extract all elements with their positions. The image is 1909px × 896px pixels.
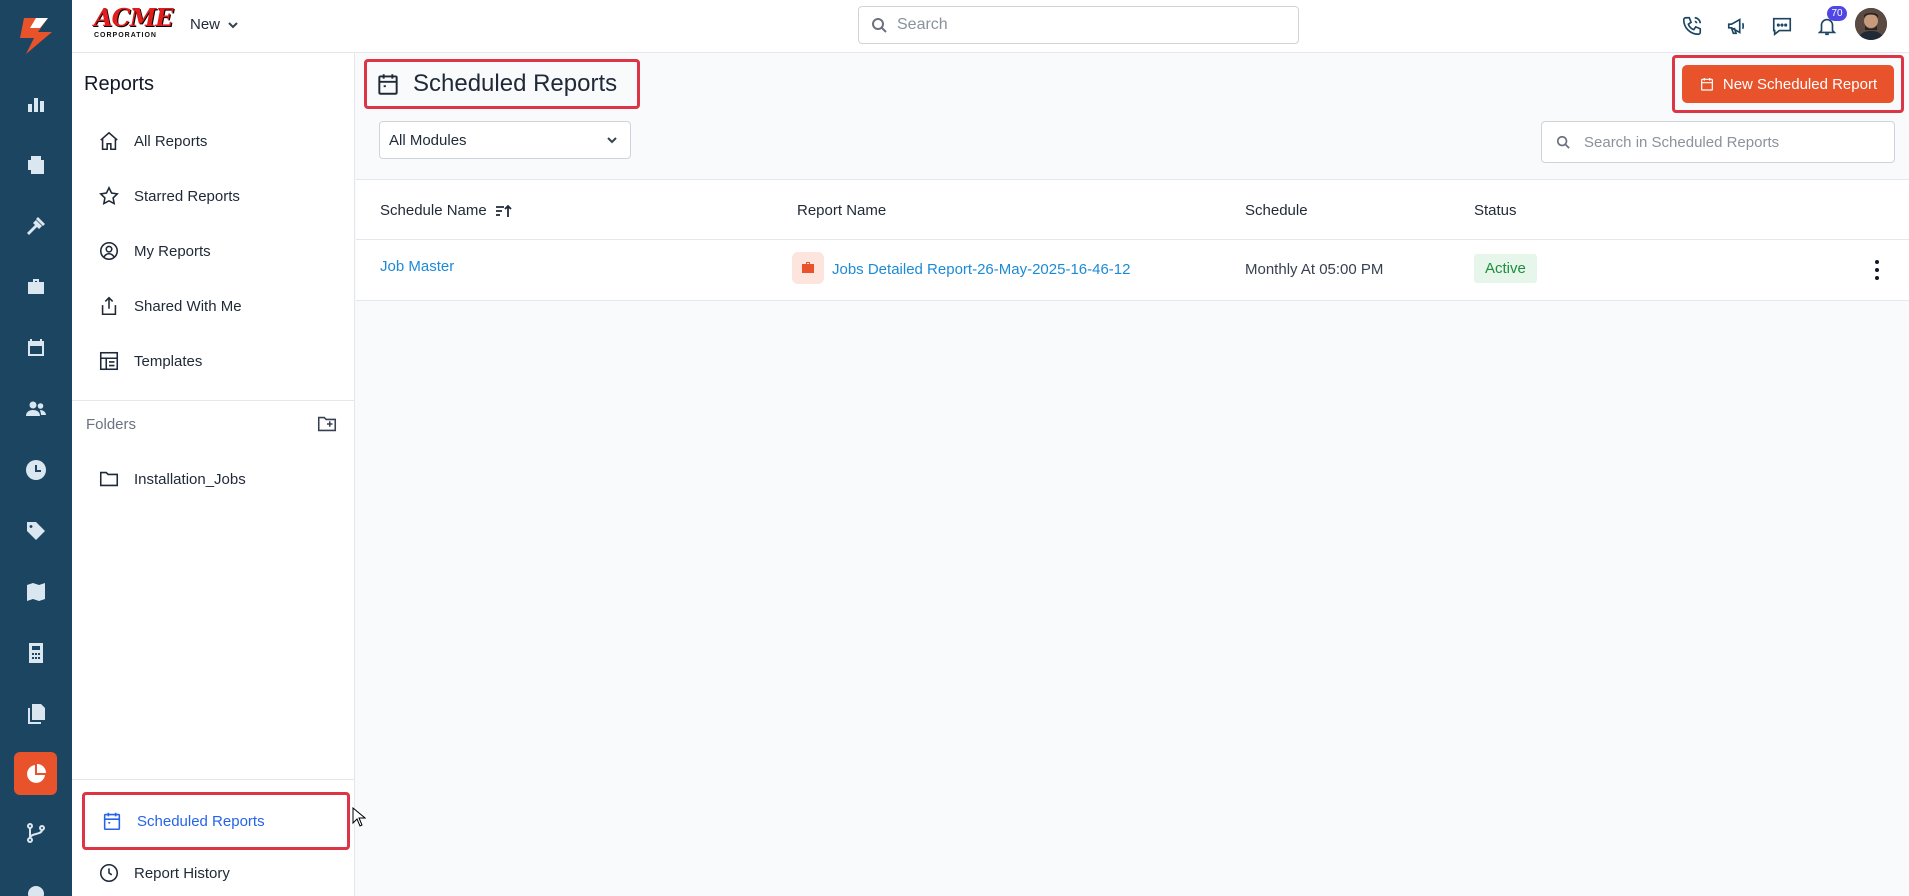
app-logo-icon[interactable] [14, 14, 58, 58]
sidebar-divider [72, 400, 355, 401]
top-bar: ACME CORPORATION New 70 [72, 0, 1909, 53]
user-circle-icon [99, 241, 119, 261]
new-menu-label: New [190, 16, 221, 33]
user-avatar[interactable] [1855, 8, 1887, 40]
global-search[interactable] [858, 6, 1299, 44]
flow-icon[interactable] [16, 813, 56, 853]
sidebar-item-all-reports[interactable]: All Reports [82, 119, 344, 163]
brand-logo[interactable]: ACME CORPORATION [94, 3, 174, 40]
calendar-icon [103, 812, 121, 831]
phone-icon[interactable] [1678, 12, 1706, 40]
sidebar-folder-installation-jobs[interactable]: Installation_Jobs [82, 457, 344, 501]
reports-sidebar: Reports All Reports Starred Reports My R… [72, 53, 355, 896]
briefcase-icon[interactable] [16, 267, 56, 307]
bell-icon[interactable]: 70 [1813, 6, 1847, 40]
scheduled-reports-table: Schedule Name Report Name Schedule Statu… [356, 179, 1909, 301]
chevron-down-icon [228, 21, 238, 28]
folders-heading: Folders [86, 416, 137, 433]
module-filter-select[interactable]: All Modules [379, 121, 631, 159]
sidebar-title: Reports [84, 73, 155, 95]
template-icon [99, 351, 119, 371]
calendar-icon[interactable] [16, 328, 56, 368]
sidebar-item-label: My Reports [134, 242, 211, 260]
status-badge: Active [1474, 254, 1537, 283]
main-content: Scheduled Reports New Scheduled Report A… [356, 53, 1909, 896]
table-row: Job Master Jobs Detailed Report-26-May-2… [356, 240, 1909, 301]
star-icon [99, 185, 119, 206]
column-header-schedule: Schedule [1245, 202, 1308, 219]
app-rail [0, 0, 72, 896]
new-scheduled-report-button[interactable]: New Scheduled Report [1682, 65, 1894, 103]
notification-count-badge: 70 [1827, 6, 1847, 21]
home-icon [100, 131, 118, 151]
global-search-input[interactable] [897, 16, 1277, 34]
sidebar-item-templates[interactable]: Templates [82, 339, 344, 383]
sidebar-item-label: Shared With Me [134, 297, 242, 315]
chat-icon[interactable] [1768, 12, 1796, 40]
report-name-link[interactable]: Jobs Detailed Report-26-May-2025-16-46-1… [832, 261, 1131, 278]
users-icon[interactable] [16, 389, 56, 429]
sidebar-item-label: Templates [134, 352, 203, 370]
sidebar-item-label: Scheduled Reports [137, 812, 265, 830]
search-icon [872, 18, 887, 33]
folder-label: Installation_Jobs [134, 470, 246, 488]
calendar-icon [1700, 78, 1713, 91]
new-menu-button[interactable]: New [190, 16, 238, 33]
folder-icon [99, 471, 119, 487]
table-search[interactable] [1541, 121, 1895, 163]
sort-ascending-icon[interactable] [495, 203, 513, 219]
briefcase-icon [792, 252, 824, 284]
map-icon[interactable] [16, 572, 56, 612]
sidebar-item-label: Starred Reports [134, 187, 240, 205]
settings-icon[interactable] [16, 874, 56, 896]
page-title: Scheduled Reports [413, 70, 618, 97]
column-label: Schedule [1245, 202, 1308, 219]
search-icon [1556, 135, 1570, 149]
column-header-report-name: Report Name [797, 202, 886, 219]
sidebar-item-starred-reports[interactable]: Starred Reports [82, 174, 344, 218]
calculator-icon[interactable] [16, 633, 56, 673]
column-label: Status [1474, 202, 1517, 219]
schedule-name-link[interactable]: Job Master [380, 258, 454, 275]
documents-icon[interactable] [16, 694, 56, 734]
sidebar-item-scheduled-reports[interactable]: Scheduled Reports [82, 792, 350, 850]
dashboard-icon[interactable] [16, 84, 56, 124]
column-header-status: Status [1474, 202, 1517, 219]
new-report-highlight: New Scheduled Report [1672, 55, 1904, 113]
megaphone-icon[interactable] [1723, 12, 1751, 40]
sidebar-item-label: All Reports [134, 132, 208, 150]
column-header-schedule-name[interactable]: Schedule Name [380, 202, 513, 219]
sidebar-item-shared-with-me[interactable]: Shared With Me [82, 284, 344, 328]
chevron-down-icon [607, 137, 617, 144]
reports-pie-icon[interactable] [14, 752, 57, 795]
table-header: Schedule Name Report Name Schedule Statu… [356, 179, 1909, 240]
estimates-icon[interactable] [16, 145, 56, 185]
column-label: Report Name [797, 202, 887, 219]
share-icon [101, 296, 117, 316]
mouse-cursor-icon [352, 806, 367, 827]
new-scheduled-report-label: New Scheduled Report [1722, 75, 1878, 93]
tag-icon[interactable] [16, 511, 56, 551]
brand-name: ACME [94, 3, 174, 32]
table-search-input[interactable] [1584, 133, 1884, 151]
tools-icon[interactable] [16, 206, 56, 246]
clock-icon[interactable] [16, 450, 56, 490]
page-header: Scheduled Reports [364, 59, 640, 109]
sidebar-item-report-history[interactable]: Report History [82, 851, 344, 895]
schedule-value: Monthly At 05:00 PM [1245, 261, 1384, 278]
sidebar-item-my-reports[interactable]: My Reports [82, 229, 344, 273]
add-folder-icon[interactable] [316, 413, 340, 437]
clock-icon [99, 863, 119, 883]
calendar-icon [378, 74, 398, 95]
sidebar-divider [72, 779, 355, 780]
column-label: Schedule Name [380, 202, 487, 219]
brand-subtitle: CORPORATION [94, 32, 157, 39]
row-actions-kebab-icon[interactable] [1867, 258, 1887, 282]
sidebar-item-label: Report History [134, 864, 230, 882]
module-filter-value: All Modules [389, 131, 467, 149]
